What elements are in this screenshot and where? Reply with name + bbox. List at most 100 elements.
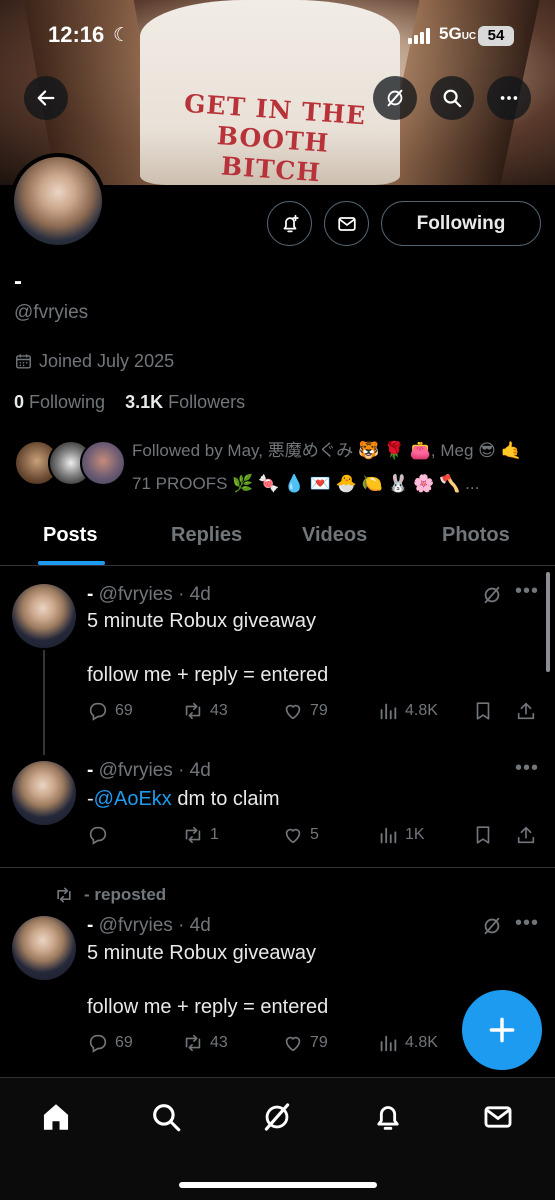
post-header: - @fvryies · 4d [87, 915, 211, 936]
views-button[interactable]: 1K [377, 824, 425, 846]
post-avatar[interactable] [12, 584, 76, 648]
post-avatar[interactable] [12, 761, 76, 825]
reply-icon [89, 702, 107, 721]
bookmark-icon [476, 826, 490, 844]
profile-avatar[interactable] [10, 153, 106, 249]
tab-videos[interactable]: Videos [302, 524, 367, 547]
joined-date: Joined July 2025 [14, 351, 174, 372]
tab-posts[interactable]: Posts [43, 524, 97, 547]
back-button[interactable] [24, 76, 68, 120]
views-button[interactable]: 4.8K [377, 700, 438, 722]
search-icon [153, 1104, 181, 1132]
mail-icon [484, 1106, 512, 1128]
moon-icon: ☾ [113, 25, 131, 46]
heart-icon [285, 828, 301, 844]
nav-messages[interactable] [481, 1100, 515, 1134]
status-time: 12:16 [48, 22, 105, 47]
status-bar: 12:16 ☾ 5GUC 54 [0, 22, 555, 52]
search-icon [443, 89, 462, 108]
views-icon [380, 827, 397, 844]
post-more-icon[interactable]: ••• [515, 580, 539, 603]
repost-button[interactable]: 43 [182, 700, 228, 722]
more-icon [500, 96, 518, 100]
share-icon [517, 702, 535, 720]
reply-icon [89, 1034, 107, 1053]
like-button[interactable]: 79 [282, 700, 328, 722]
post-divider [0, 867, 555, 868]
profile-tabs: Posts Replies Videos Photos [0, 510, 555, 566]
reply-icon [89, 826, 107, 845]
share-button[interactable] [515, 700, 537, 722]
nav-home[interactable] [39, 1100, 73, 1134]
post-actions: 69 43 79 4.8K [87, 700, 542, 728]
calendar-icon [16, 354, 31, 369]
views-icon [380, 703, 397, 720]
back-arrow-icon [37, 90, 55, 106]
post-header: - @fvryies · 4d [87, 584, 211, 605]
like-button[interactable]: 79 [282, 1032, 328, 1054]
bookmark-button[interactable] [472, 824, 494, 846]
repost-button[interactable]: 1 [182, 824, 219, 846]
bookmark-button[interactable] [472, 700, 494, 722]
followers-count-link[interactable]: 3.1K Followers [125, 392, 245, 412]
post-text: 5 minute Robux giveaway follow me + repl… [87, 610, 329, 686]
network-type: 5GUC [439, 24, 477, 43]
message-button[interactable] [324, 201, 369, 246]
reply-button[interactable]: 69 [87, 1032, 133, 1054]
joined-text: Joined July 2025 [39, 351, 175, 371]
repost-icon [57, 887, 71, 903]
following-button[interactable]: Following [381, 201, 541, 246]
bell-plus-icon [283, 214, 299, 232]
repost-button[interactable]: 43 [182, 1032, 228, 1054]
nav-notifications[interactable] [371, 1100, 405, 1134]
home-icon [43, 1104, 69, 1130]
heart-icon [285, 704, 301, 720]
bookmark-icon [476, 702, 490, 720]
reply-button[interactable]: 69 [87, 700, 133, 722]
grok-button[interactable] [373, 76, 417, 120]
followed-by-row[interactable]: Followed by May, 悪魔めぐみ 🐯 🌹 👛, Meg 😎 🤙 71… [14, 434, 544, 504]
profile-name: - [14, 268, 22, 295]
banner-shirt-text: GET IN THE BOOTH BITCH [183, 88, 368, 185]
like-button[interactable]: 5 [282, 824, 319, 846]
home-indicator[interactable] [179, 1182, 377, 1188]
post-item[interactable]: - @fvryies · 4d ••• 5 minute Robux givea… [0, 570, 555, 755]
post-avatar[interactable] [12, 916, 76, 980]
nav-search[interactable] [149, 1100, 183, 1134]
grok-icon [387, 89, 403, 107]
heart-icon [285, 1036, 301, 1052]
follow-counts: 0 Following 3.1K Followers [14, 392, 245, 413]
grok-icon[interactable] [481, 915, 503, 937]
search-button[interactable] [430, 76, 474, 120]
nav-grok[interactable] [260, 1100, 294, 1134]
notify-button[interactable] [267, 201, 312, 246]
post-more-icon[interactable]: ••• [515, 757, 539, 780]
tab-replies[interactable]: Replies [171, 524, 242, 547]
repost-label: - reposted [54, 885, 166, 905]
post-header: - @fvryies · 4d [87, 760, 211, 781]
post-text: -@AoEkx dm to claim [87, 788, 280, 810]
share-button[interactable] [515, 824, 537, 846]
plus-icon [489, 1017, 515, 1043]
thread-line [43, 650, 45, 755]
tab-photos[interactable]: Photos [442, 524, 510, 547]
follower-avatars [14, 440, 126, 490]
bell-icon [377, 1106, 399, 1130]
following-count-link[interactable]: 0 Following [14, 392, 105, 412]
post-text: 5 minute Robux giveaway follow me + repl… [87, 942, 329, 1018]
views-icon [380, 1035, 397, 1052]
repost-icon [185, 1034, 201, 1052]
followed-by-text: Followed by May, 悪魔めぐみ 🐯 🌹 👛, Meg 😎 🤙 71… [132, 441, 522, 493]
signal-icon [408, 28, 432, 44]
reply-button[interactable] [87, 824, 115, 846]
grok-icon[interactable] [481, 584, 503, 606]
share-icon [517, 826, 535, 844]
compose-button[interactable] [462, 990, 542, 1070]
active-tab-indicator [38, 561, 105, 565]
views-button[interactable]: 4.8K [377, 1032, 438, 1054]
more-button[interactable] [487, 76, 531, 120]
post-more-icon[interactable]: ••• [515, 912, 539, 935]
mention-link[interactable]: @AoEkx [94, 788, 172, 810]
bottom-navigation [0, 1077, 555, 1200]
post-item[interactable]: - @fvryies · 4d ••• -@AoEkx dm to claim … [0, 755, 555, 867]
